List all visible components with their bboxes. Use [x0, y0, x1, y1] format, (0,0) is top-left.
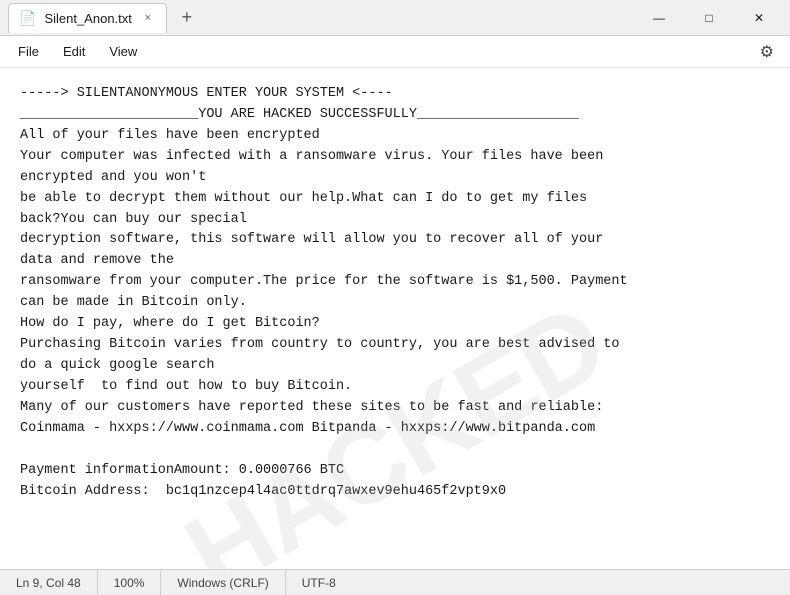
menu-bar: File Edit View ⚙ [0, 36, 790, 68]
close-window-button[interactable]: ✕ [736, 3, 782, 33]
line-ending: Windows (CRLF) [161, 570, 285, 595]
close-tab-button[interactable]: × [140, 10, 156, 26]
minimize-button[interactable]: — [636, 3, 682, 33]
text-content[interactable]: -----> SILENTANONYMOUS ENTER YOUR SYSTEM… [0, 68, 790, 569]
content-wrapper: HACKED -----> SILENTANONYMOUS ENTER YOUR… [0, 68, 790, 569]
encoding: UTF-8 [286, 570, 352, 595]
cursor-position: Ln 9, Col 48 [0, 570, 98, 595]
active-tab[interactable]: 📄 Silent_Anon.txt × [8, 3, 167, 33]
view-menu[interactable]: View [99, 40, 147, 63]
zoom-level: 100% [98, 570, 162, 595]
tab-area: 📄 Silent_Anon.txt × + [8, 3, 636, 33]
tab-title: Silent_Anon.txt [44, 11, 131, 26]
maximize-button[interactable]: □ [686, 3, 732, 33]
window-controls: — □ ✕ [636, 3, 782, 33]
settings-icon[interactable]: ⚙ [752, 38, 782, 66]
new-tab-button[interactable]: + [173, 4, 201, 32]
status-bar: Ln 9, Col 48 100% Windows (CRLF) UTF-8 [0, 569, 790, 595]
file-menu[interactable]: File [8, 40, 49, 63]
title-bar: 📄 Silent_Anon.txt × + — □ ✕ [0, 0, 790, 36]
file-icon: 📄 [19, 10, 36, 27]
edit-menu[interactable]: Edit [53, 40, 95, 63]
